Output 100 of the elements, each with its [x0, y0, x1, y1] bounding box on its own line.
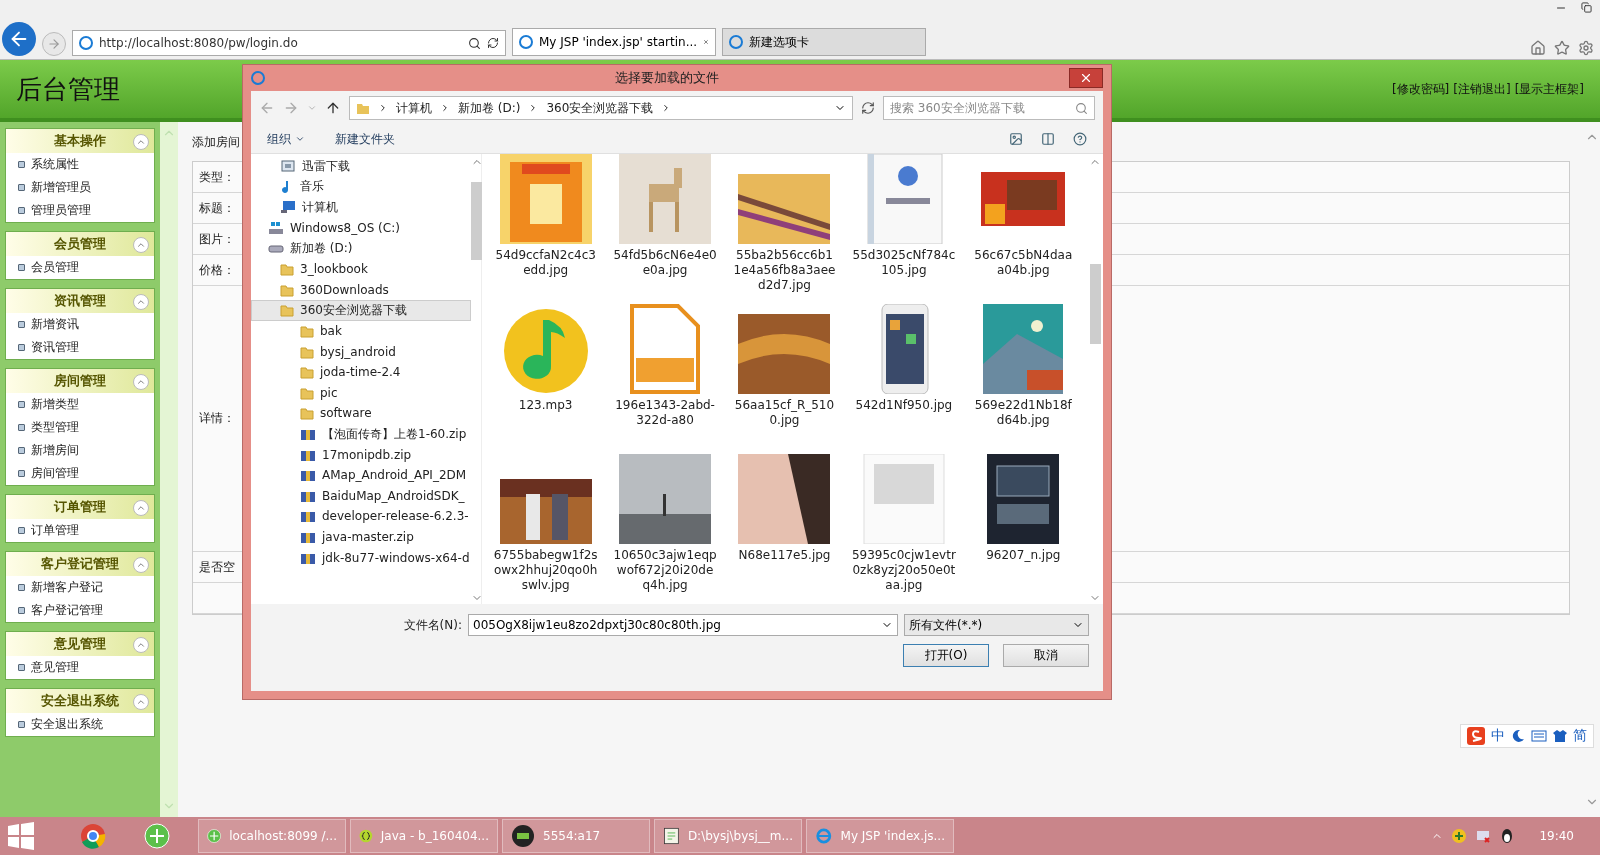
file-item[interactable]: 56aa15cf_R_5100.jpg — [724, 304, 845, 454]
file-item[interactable]: 10650c3ajw1eqpwof672j20i20deq4h.jpg — [605, 454, 725, 604]
toolbar-button[interactable]: 新建文件夹 — [335, 130, 395, 148]
sidebar-group-header[interactable]: 订单管理 — [6, 495, 154, 519]
browser-tab[interactable]: 新建选项卡 — [722, 28, 926, 56]
filetype-select[interactable]: 所有文件(*.*) — [904, 614, 1089, 636]
tree-item[interactable]: java-master.zip — [251, 526, 471, 548]
header-link[interactable]: [显示主框架] — [1514, 80, 1584, 98]
sidebar-item[interactable]: 新增客户登记 — [6, 576, 154, 599]
sidebar-group-header[interactable]: 资讯管理 — [6, 289, 154, 313]
sidebar-item[interactable]: 新增房间 — [6, 439, 154, 462]
scrollbar-thumb[interactable] — [471, 182, 482, 260]
network-icon[interactable] — [1475, 828, 1492, 844]
sidebar-item[interactable]: 客户登记管理 — [6, 599, 154, 622]
collapse-icon[interactable] — [133, 237, 149, 253]
file-item[interactable]: 55ba2b56cc6b11e4a56fb8a3aeed2d7.jpg — [724, 154, 845, 304]
back-button[interactable] — [2, 22, 36, 56]
sidebar-item[interactable]: 意见管理 — [6, 656, 154, 679]
path-segment[interactable]: 360安全浏览器下载 — [546, 99, 654, 117]
restore-icon[interactable] — [1581, 2, 1592, 13]
sidebar-group-header[interactable]: 会员管理 — [6, 232, 154, 256]
windows-logo-icon[interactable] — [6, 821, 36, 851]
collapse-icon[interactable] — [133, 294, 149, 310]
tree-item[interactable]: 迅雷下载 — [251, 156, 471, 177]
collapse-icon[interactable] — [133, 134, 149, 150]
sidebar-item[interactable]: 新增管理员 — [6, 176, 154, 199]
file-item[interactable]: 542d1Nf950.jpg — [844, 304, 964, 454]
favorites-icon[interactable] — [1554, 40, 1570, 56]
tree-item[interactable]: Windows8_OS (C:) — [251, 217, 471, 239]
shirt-icon[interactable] — [1553, 729, 1567, 743]
sidebar-group-header[interactable]: 客户登记管理 — [6, 552, 154, 576]
collapse-icon[interactable] — [133, 500, 149, 516]
path-bar[interactable]: 计算机 新加卷 (D:) 360安全浏览器下载 — [349, 96, 853, 120]
preview-pane-icon[interactable] — [1041, 132, 1055, 146]
tree-item[interactable]: 音乐 — [251, 176, 471, 198]
tree-item[interactable]: joda-time-2.4 — [251, 361, 471, 383]
sidebar-item[interactable]: 房间管理 — [6, 462, 154, 485]
tree-item[interactable]: jdk-8u77-windows-x64-d — [251, 547, 471, 568]
keyboard-icon[interactable] — [1531, 730, 1547, 742]
sidebar-item[interactable]: 订单管理 — [6, 519, 154, 542]
sidebar-item[interactable]: 管理员管理 — [6, 199, 154, 222]
home-icon[interactable] — [1530, 40, 1546, 56]
header-link[interactable]: [注销退出] — [1453, 80, 1511, 98]
tree-item[interactable]: 新加卷 (D:) — [251, 238, 471, 259]
sidebar-item[interactable]: 会员管理 — [6, 256, 154, 279]
chrome-icon[interactable] — [80, 823, 106, 849]
file-item[interactable]: 196e1343-2abd-322d-a80 — [605, 304, 725, 454]
file-item[interactable]: 55d3025cNf784c105.jpg — [844, 154, 964, 304]
tree-item[interactable]: bak — [251, 320, 471, 342]
collapse-icon[interactable] — [133, 557, 149, 573]
collapse-icon[interactable] — [133, 694, 149, 710]
file-item[interactable]: N68e117e5.jpg — [724, 454, 845, 604]
sogou-logo-icon[interactable] — [1467, 727, 1485, 745]
file-item[interactable]: 6755babegw1f2sowx2hhuj20qo0hswlv.jpg — [486, 454, 606, 604]
up-icon[interactable] — [325, 100, 341, 116]
tree-item[interactable]: AMap_Android_API_2DM — [251, 464, 471, 486]
sidebar-item[interactable]: 安全退出系统 — [6, 713, 154, 736]
tree-item[interactable]: software — [251, 403, 471, 424]
sidebar-group-header[interactable]: 意见管理 — [6, 632, 154, 656]
close-button[interactable] — [1069, 68, 1103, 88]
sidebar-group-header[interactable]: 安全退出系统 — [6, 689, 154, 713]
browser-tab[interactable]: My JSP 'index.jsp' startin... — [512, 28, 716, 56]
file-item[interactable]: 54fd5b6cN6e4e0e0a.jpg — [605, 154, 725, 304]
forward-icon[interactable] — [283, 100, 299, 116]
sidebar-item[interactable]: 系统属性 — [6, 153, 154, 176]
view-icon[interactable] — [1009, 132, 1023, 146]
path-segment[interactable]: 计算机 — [396, 99, 432, 117]
help-icon[interactable] — [1073, 132, 1087, 146]
file-item[interactable]: 56c67c5bN4daaa04b.jpg — [963, 154, 1083, 304]
tree-item[interactable]: 360安全浏览器下载 — [251, 300, 471, 321]
search-field[interactable]: 搜索 360安全浏览器下载 — [883, 96, 1095, 120]
tree-item[interactable]: 3_lookbook — [251, 258, 471, 280]
sidebar-item[interactable]: 新增资讯 — [6, 313, 154, 336]
file-item[interactable]: 54d9ccfaN2c4c3edd.jpg — [486, 154, 606, 304]
forward-button[interactable] — [42, 32, 66, 56]
tree-item[interactable]: 计算机 — [251, 197, 471, 218]
refresh-icon[interactable] — [487, 37, 499, 49]
tree-item[interactable]: 360Downloads — [251, 279, 471, 301]
tree-item[interactable]: 【泡面传奇】上卷1-60.zip — [251, 423, 471, 445]
ime-mode[interactable]: 简 — [1573, 727, 1587, 745]
tree-item[interactable]: bysj_android — [251, 341, 471, 362]
sidebar-item[interactable]: 新增类型 — [6, 393, 154, 416]
sidebar-item[interactable]: 资讯管理 — [6, 336, 154, 359]
header-link[interactable]: [修改密码] — [1391, 80, 1450, 98]
tray-plus-icon[interactable] — [1451, 828, 1468, 844]
back-icon[interactable] — [259, 100, 275, 116]
settings-icon[interactable] — [1578, 40, 1594, 56]
collapse-icon[interactable] — [133, 374, 149, 390]
toolbar-button[interactable]: 组织 — [267, 130, 305, 148]
sidebar-group-header[interactable]: 基本操作 — [6, 129, 154, 153]
filename-field[interactable]: 005OgX8ijw1eu8zo2dpxtj30c80c80th.jpg — [468, 614, 898, 636]
tree-item[interactable]: pic — [251, 382, 471, 404]
tree-item[interactable]: 17monipdb.zip — [251, 444, 471, 465]
file-item[interactable]: 569e22d1Nb18fd64b.jpg — [963, 304, 1083, 454]
tree-item[interactable]: developer-release-6.2.3- — [251, 506, 471, 527]
file-item[interactable]: 96207_n.jpg — [963, 454, 1083, 604]
sidebar-item[interactable]: 类型管理 — [6, 416, 154, 439]
path-segment[interactable]: 新加卷 (D:) — [458, 99, 521, 117]
collapse-icon[interactable] — [133, 637, 149, 653]
cancel-button[interactable]: 取消 — [1003, 644, 1089, 667]
